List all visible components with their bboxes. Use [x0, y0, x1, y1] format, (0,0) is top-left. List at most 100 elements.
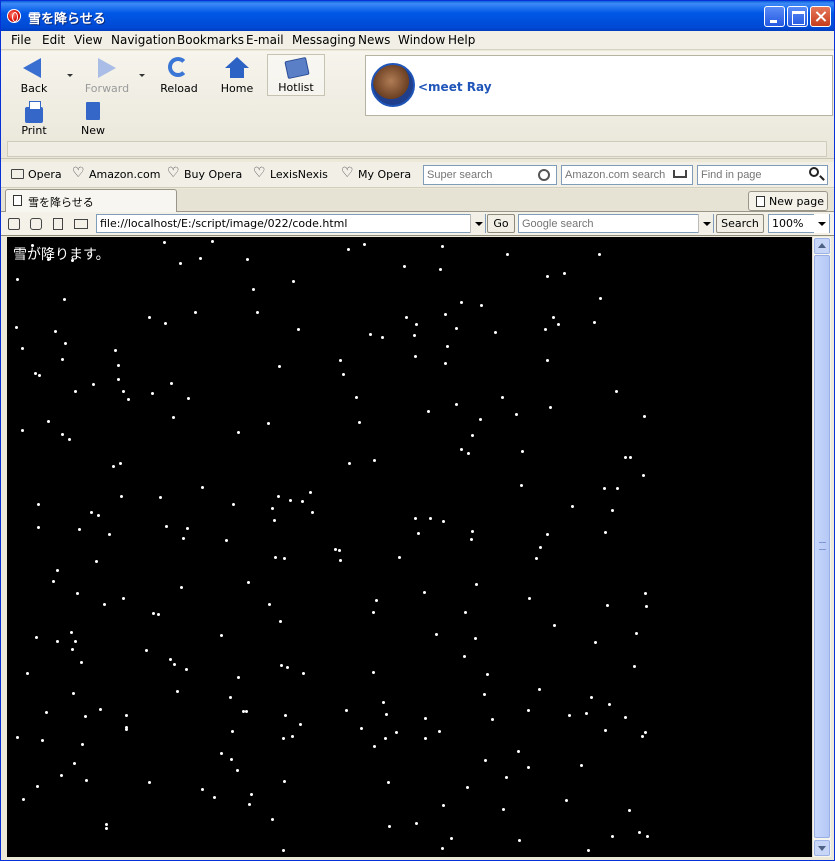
bookmark-my-opera[interactable]: My Opera — [341, 165, 411, 181]
snowflake — [624, 456, 627, 459]
snowflake — [546, 533, 549, 536]
snowflake — [148, 781, 151, 784]
advertisement-banner[interactable]: <meet Ray — [365, 55, 833, 116]
snowflake — [438, 730, 441, 733]
scroll-thumb[interactable] — [814, 255, 830, 838]
new-page-button[interactable]: New page — [748, 191, 828, 211]
snowflake — [568, 714, 571, 717]
menu-news[interactable]: News — [358, 33, 390, 47]
page-info-icon[interactable] — [53, 218, 63, 230]
snowflake — [164, 322, 167, 325]
vertical-scrollbar[interactable] — [812, 237, 831, 857]
search-engine-dropdown[interactable] — [698, 214, 713, 233]
snowflake — [446, 345, 449, 348]
magnifier-icon[interactable] — [806, 165, 828, 185]
menu-navigation[interactable]: Navigation — [111, 33, 176, 47]
snowflake — [483, 693, 486, 696]
snowflake — [292, 280, 295, 283]
snowflake — [373, 745, 376, 748]
menu-bookmarks[interactable]: Bookmarks — [177, 33, 244, 47]
progress-strip — [7, 141, 827, 157]
snowflake — [615, 390, 618, 393]
menu-help[interactable]: Help — [448, 33, 475, 47]
menu-file[interactable]: File — [11, 33, 31, 47]
snowflake — [74, 640, 77, 643]
scroll-down-button[interactable] — [814, 840, 830, 856]
camera-icon[interactable] — [30, 218, 42, 230]
forward-history-dropdown-icon[interactable] — [139, 74, 145, 77]
bookmark-lexisnexis[interactable]: LexisNexis — [253, 165, 328, 181]
snowflake — [15, 326, 18, 329]
snowflake — [169, 658, 172, 661]
snowflake — [237, 676, 240, 679]
snowflake — [638, 831, 641, 834]
snowflake — [56, 640, 59, 643]
tab-title: 雪を降らせる — [28, 196, 94, 209]
new-button[interactable]: New — [73, 101, 113, 139]
snowflake — [280, 664, 283, 667]
print-button[interactable]: Print — [14, 101, 54, 139]
bookmark-opera[interactable]: Opera — [11, 168, 62, 181]
snowflake — [552, 316, 555, 319]
snowflake — [585, 712, 588, 715]
security-lock-icon[interactable] — [8, 218, 20, 230]
snowflake — [491, 718, 494, 721]
snowflake — [170, 382, 173, 385]
title-bar: 雪を降らせる — [1, 1, 834, 31]
search-engine-icon[interactable] — [534, 165, 556, 185]
print-preview-icon[interactable] — [74, 219, 88, 229]
forward-button[interactable]: Forward — [81, 55, 133, 99]
hotlist-button[interactable]: Hotlist — [267, 54, 325, 96]
back-history-dropdown-icon[interactable] — [67, 74, 73, 77]
home-button[interactable]: Home — [215, 55, 259, 99]
url-input[interactable] — [96, 214, 486, 233]
snowflake — [494, 331, 497, 334]
snowflake — [423, 591, 426, 594]
close-button[interactable] — [810, 6, 831, 27]
snowflake — [92, 383, 95, 386]
page-icon — [13, 195, 22, 206]
snowflake — [250, 793, 253, 796]
snowflake — [521, 450, 524, 453]
snowflake — [163, 241, 166, 244]
search-button[interactable]: Search — [716, 214, 764, 233]
snowflake — [563, 272, 566, 275]
menu-view[interactable]: View — [74, 33, 102, 47]
google-search-input[interactable] — [518, 214, 714, 233]
menu-edit[interactable]: Edit — [42, 33, 65, 47]
snowflake — [470, 538, 473, 541]
bookmark-buy-opera[interactable]: Buy Opera — [167, 165, 242, 181]
snowflake — [64, 342, 67, 345]
url-history-dropdown[interactable] — [470, 214, 485, 233]
snowflake — [414, 517, 417, 520]
browser-window: 雪を降らせる File Edit View Navigation Bookmar… — [0, 0, 835, 861]
snowflake — [78, 528, 81, 531]
printer-icon — [25, 101, 43, 123]
snowflake — [63, 298, 66, 301]
shopping-cart-icon[interactable] — [670, 165, 692, 185]
snowflake — [355, 396, 358, 399]
zoom-dropdown[interactable] — [814, 214, 829, 233]
menu-email[interactable]: E-mail — [246, 33, 284, 47]
menu-window[interactable]: Window — [398, 33, 445, 47]
snowflake — [71, 259, 74, 262]
maximize-button[interactable] — [787, 6, 808, 27]
go-button[interactable]: Go — [487, 214, 515, 233]
tab-snow-page[interactable]: 雪を降らせる — [5, 189, 177, 212]
menu-messaging[interactable]: Messaging — [292, 33, 356, 47]
snowflake — [415, 323, 418, 326]
snowflake — [644, 731, 647, 734]
minimize-button[interactable] — [764, 6, 785, 27]
snowflake — [256, 311, 259, 314]
scroll-up-button[interactable] — [814, 238, 830, 254]
hotlist-label: Hotlist — [278, 81, 314, 94]
snowflake — [105, 823, 108, 826]
snowflake — [479, 418, 482, 421]
snowflake — [81, 743, 84, 746]
bookmark-amazon[interactable]: Amazon.com — [72, 165, 160, 181]
snowflake — [201, 486, 204, 489]
snowflake — [505, 776, 508, 779]
snowflake — [45, 711, 48, 714]
back-button[interactable]: Back — [14, 55, 54, 99]
reload-button[interactable]: Reload — [156, 55, 202, 99]
